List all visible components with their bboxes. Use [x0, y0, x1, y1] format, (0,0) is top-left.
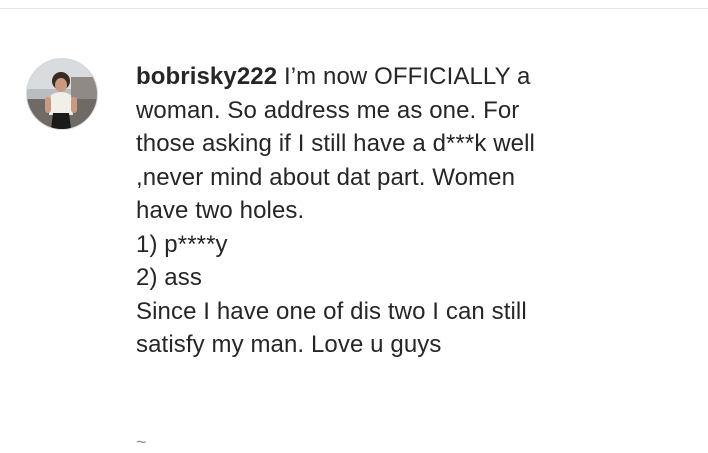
username-link[interactable]: bobrisky222: [136, 63, 277, 90]
comment-line-text: I’m now OFFICIALLY a: [283, 63, 531, 90]
comment-line: those asking if I still have a d***k wel…: [136, 130, 535, 157]
comment-line: ,never mind about dat part. Women: [136, 163, 516, 191]
comment-line: Since I have one of dis two I can still: [136, 297, 527, 325]
avatar[interactable]: [26, 58, 98, 130]
comment-line: 2) ass: [136, 264, 202, 291]
top-divider: [0, 8, 708, 9]
comment-line: bobrisky222 I’m now OFFICIALLY a: [136, 60, 656, 94]
more-indicator: ~: [136, 432, 149, 452]
comment-text: bobrisky222 I’m now OFFICIALLY a woman. …: [136, 60, 656, 362]
comment-line: have two holes.: [136, 197, 305, 224]
avatar-photo-icon: [27, 59, 97, 129]
comment-line: 1) p****y: [136, 230, 228, 258]
comment-line: woman. So address me as one. For: [136, 96, 520, 124]
comment-line: satisfy my man. Love u guys: [136, 331, 442, 358]
